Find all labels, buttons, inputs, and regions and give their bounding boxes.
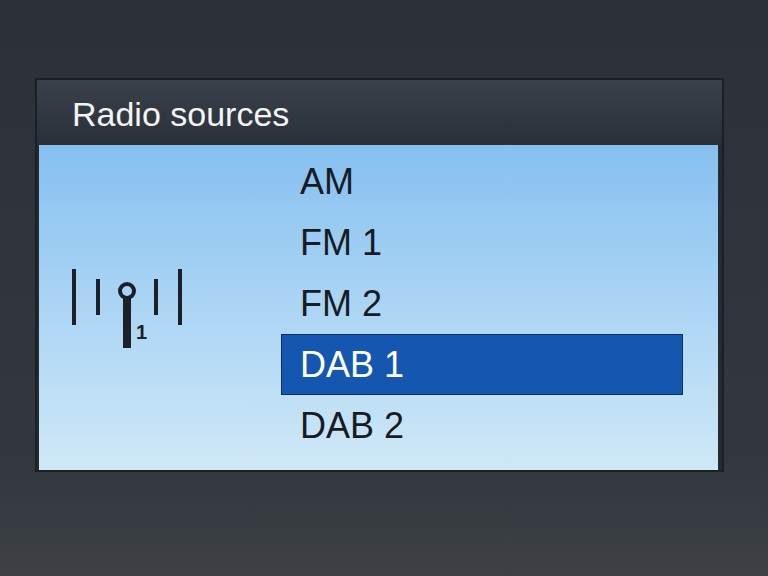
- screen-title: Radio sources: [72, 95, 289, 133]
- source-label: DAB 1: [300, 344, 404, 386]
- source-label: AM: [300, 161, 354, 203]
- source-item[interactable]: FM 2: [281, 273, 683, 334]
- source-item[interactable]: DAB 2: [281, 395, 683, 456]
- source-label: DAB 2: [300, 405, 404, 447]
- antenna-icon-wrap: 1: [70, 249, 190, 359]
- source-label: FM 1: [300, 222, 382, 264]
- title-bar: Radio sources: [37, 80, 722, 145]
- antenna-icon: [70, 249, 190, 359]
- icon-area: 1: [39, 145, 281, 470]
- source-label: FM 2: [300, 283, 382, 325]
- source-item[interactable]: FM 1: [281, 212, 683, 273]
- sources-list: AM FM 1 FM 2 DAB 1 DAB 2: [281, 145, 683, 470]
- radio-bezel: Radio sources 1 AM FM 1 FM 2 DAB 1 DAB 2: [0, 0, 768, 576]
- source-item[interactable]: AM: [281, 151, 683, 212]
- sources-panel: 1 AM FM 1 FM 2 DAB 1 DAB 2: [39, 145, 718, 470]
- antenna-badge: 1: [136, 321, 147, 343]
- radio-screen: Radio sources 1 AM FM 1 FM 2 DAB 1 DAB 2: [35, 78, 724, 472]
- source-item[interactable]: DAB 1: [281, 334, 683, 395]
